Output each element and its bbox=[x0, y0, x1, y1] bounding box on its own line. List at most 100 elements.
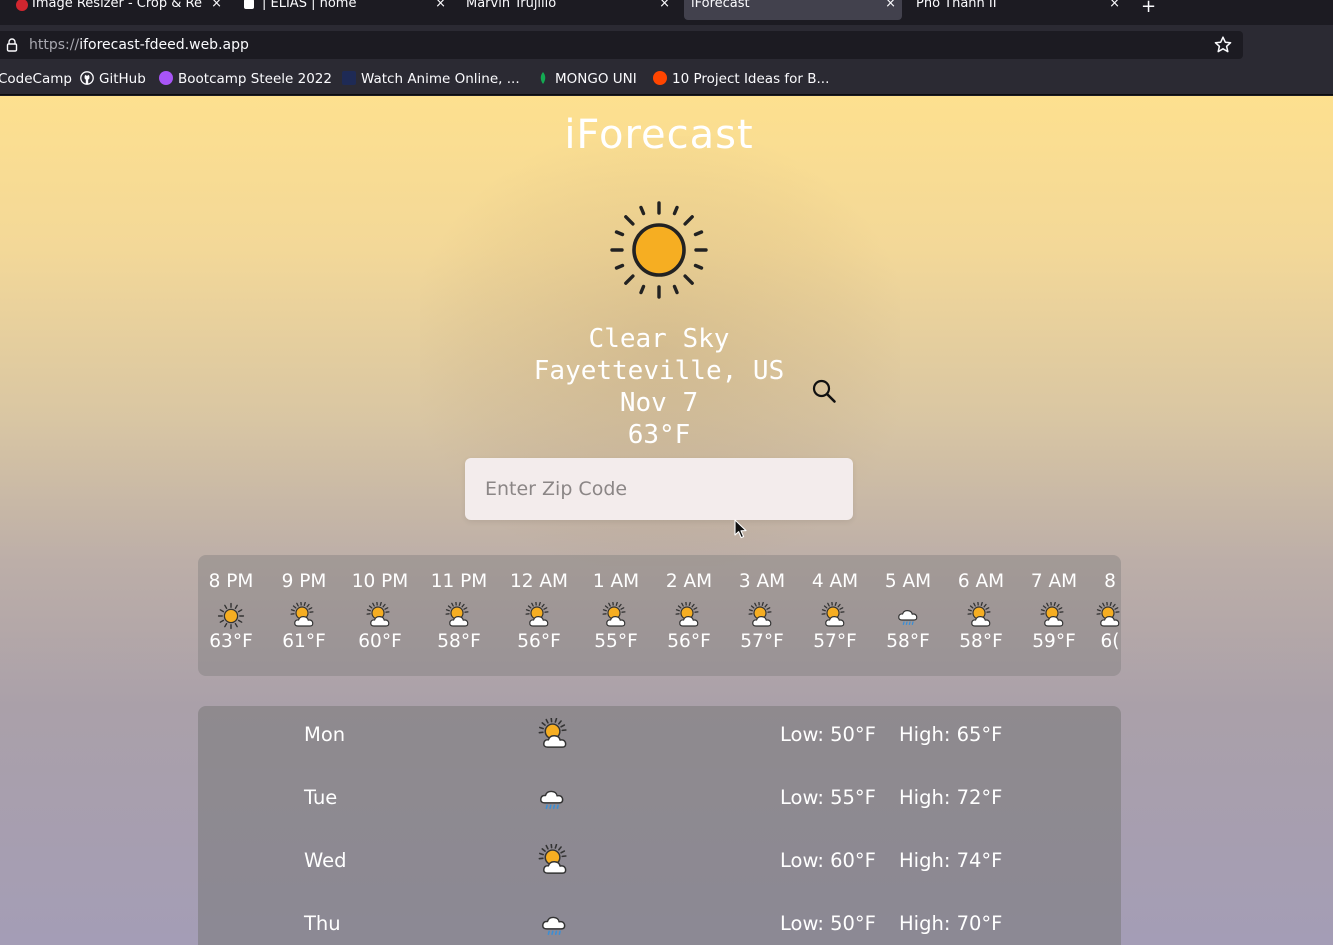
tab-title: Pho Thanh II bbox=[916, 0, 997, 10]
hour-time: 9 PM bbox=[281, 571, 327, 592]
bookmark-label: Watch Anime Online, ... bbox=[361, 71, 520, 87]
rain-cloud-icon bbox=[540, 790, 564, 809]
daily-row: Mon Low: 50°F High: 65°F bbox=[198, 713, 1121, 763]
hour-temperature: 58°F bbox=[959, 631, 1003, 652]
hourly-item: 11 PM 58°F bbox=[419, 571, 499, 652]
hour-temperature: 56°F bbox=[517, 631, 561, 652]
tab-title: | ELIAS | home bbox=[262, 0, 357, 10]
hour-temperature: 6( bbox=[1100, 631, 1120, 652]
mouse-cursor-icon bbox=[734, 519, 747, 539]
bookmark-label: GitHub bbox=[99, 71, 146, 87]
day-low-temp: Low: 50°F bbox=[780, 723, 876, 746]
partly-cloudy-icon bbox=[290, 602, 314, 627]
bookmark-mongo-uni[interactable]: MONGO UNI bbox=[536, 71, 637, 89]
tab-close-icon[interactable]: × bbox=[659, 0, 670, 10]
partly-cloudy-icon bbox=[967, 602, 991, 627]
tab-title: Image Resizer - Crop & Re bbox=[32, 0, 202, 10]
tab-pho-thanh[interactable]: Pho Thanh II × bbox=[910, 0, 1126, 20]
bookmark-watch-anime[interactable]: Watch Anime Online, ... bbox=[342, 71, 520, 89]
hourly-forecast[interactable]: 8 PM 63°F 9 PM 61°F 10 PM 60°F 11 PM 58°F 12… bbox=[198, 555, 1121, 676]
hour-temperature: 58°F bbox=[437, 631, 481, 652]
day-name: Tue bbox=[304, 786, 338, 809]
udemy-icon bbox=[159, 71, 173, 85]
anime-site-icon bbox=[342, 71, 356, 85]
hourly-item: 9 PM 61°F bbox=[264, 571, 344, 652]
app-title: iForecast bbox=[564, 112, 754, 158]
day-high-temp: High: 74°F bbox=[899, 849, 1003, 872]
tab-image-resizer[interactable]: Image Resizer - Crop & Re × bbox=[10, 0, 228, 20]
bookmark-star-icon[interactable] bbox=[1213, 35, 1233, 55]
image-resizer-favicon-icon bbox=[16, 0, 28, 11]
tab-close-icon[interactable]: × bbox=[211, 0, 222, 10]
current-condition: Clear Sky bbox=[588, 324, 730, 354]
partly-cloudy-icon bbox=[366, 602, 390, 627]
url-host: iforecast-fdeed.web.app bbox=[79, 37, 249, 53]
url-protocol: https:// bbox=[29, 37, 80, 53]
hour-time: 4 AM bbox=[811, 571, 859, 592]
day-high-temp: High: 70°F bbox=[899, 912, 1003, 935]
rain-cloud-icon bbox=[898, 609, 918, 626]
sun-icon bbox=[610, 201, 708, 299]
hour-time: 11 PM bbox=[430, 571, 488, 592]
tab-close-icon[interactable]: × bbox=[435, 0, 446, 10]
mongodb-leaf-icon bbox=[540, 72, 546, 84]
lock-icon bbox=[6, 38, 18, 52]
tab-marvin-trujillo[interactable]: Marvin Trujillo × bbox=[460, 0, 676, 20]
partly-cloudy-icon bbox=[1096, 602, 1120, 627]
partly-cloudy-icon bbox=[525, 602, 549, 627]
hourly-item: 8 PM 63°F bbox=[198, 571, 271, 652]
elias-favicon-icon bbox=[244, 0, 254, 9]
day-name: Mon bbox=[304, 723, 346, 746]
partly-cloudy-icon bbox=[538, 844, 567, 874]
partly-cloudy-icon bbox=[538, 718, 567, 748]
bookmark-github[interactable]: GitHub bbox=[80, 71, 146, 89]
rain-cloud-icon bbox=[542, 916, 566, 935]
tab-close-icon[interactable]: × bbox=[1109, 0, 1120, 10]
url-text[interactable]: https://iforecast-fdeed.web.app bbox=[29, 37, 249, 53]
zip-search-box bbox=[465, 458, 853, 520]
hourly-item: 4 AM 57°F bbox=[795, 571, 875, 652]
day-high-temp: High: 65°F bbox=[899, 723, 1003, 746]
tab-title: Marvin Trujillo bbox=[466, 0, 557, 10]
tab-iforecast[interactable]: iForecast × bbox=[684, 0, 902, 20]
day-name: Wed bbox=[304, 849, 347, 872]
hour-time: 3 AM bbox=[738, 571, 786, 592]
bookmark-label: Bootcamp Steele 2022 bbox=[178, 71, 332, 87]
bookmark-label: MONGO UNI bbox=[555, 71, 637, 87]
tab-close-icon[interactable]: × bbox=[885, 0, 896, 10]
partly-cloudy-icon bbox=[445, 602, 469, 627]
zip-code-input[interactable] bbox=[485, 474, 785, 504]
hourly-item: 12 AM 56°F bbox=[499, 571, 579, 652]
hour-time: 6 AM bbox=[957, 571, 1005, 592]
hour-temperature: 56°F bbox=[667, 631, 711, 652]
hour-time: 12 AM bbox=[509, 571, 569, 592]
url-bar[interactable]: https://iforecast-fdeed.web.app bbox=[0, 31, 1243, 59]
hourly-item: 8 6( bbox=[1070, 571, 1121, 652]
sun-icon bbox=[217, 602, 245, 630]
navigation-bar: https://iforecast-fdeed.web.app bbox=[0, 25, 1333, 65]
hourly-item: 5 AM 58°F bbox=[868, 571, 948, 652]
day-name: Thu bbox=[304, 912, 341, 935]
hour-temperature: 55°F bbox=[594, 631, 638, 652]
hour-time: 2 AM bbox=[665, 571, 713, 592]
hourly-item: 2 AM 56°F bbox=[649, 571, 729, 652]
hour-temperature: 61°F bbox=[282, 631, 326, 652]
partly-cloudy-icon bbox=[675, 602, 699, 627]
bookmark-project-ideas[interactable]: 10 Project Ideas for B... bbox=[653, 71, 829, 89]
hour-temperature: 57°F bbox=[813, 631, 857, 652]
daily-row: Tue Low: 55°F High: 72°F bbox=[198, 776, 1121, 826]
search-icon[interactable] bbox=[811, 378, 837, 404]
hour-time: 1 AM bbox=[592, 571, 640, 592]
partly-cloudy-icon bbox=[748, 602, 772, 627]
weather-page: iForecast Clear Sky Fayetteville, US Nov… bbox=[0, 96, 1333, 945]
new-tab-button[interactable]: + bbox=[1141, 0, 1156, 17]
tab-elias-home[interactable]: | ELIAS | home × bbox=[236, 0, 452, 20]
hourly-item: 1 AM 55°F bbox=[576, 571, 656, 652]
bookmark-bootcamp-steele[interactable]: Bootcamp Steele 2022 bbox=[159, 71, 332, 89]
daily-forecast: Mon Low: 50°F High: 65°F Tue Low: 55°F High… bbox=[198, 706, 1121, 945]
bookmark-codecamp[interactable]: CodeCamp bbox=[0, 71, 72, 89]
bookmark-label: 10 Project Ideas for B... bbox=[672, 71, 830, 87]
github-icon bbox=[80, 71, 94, 85]
hour-time: 8 PM bbox=[208, 571, 254, 592]
bookmark-label: CodeCamp bbox=[0, 71, 72, 87]
